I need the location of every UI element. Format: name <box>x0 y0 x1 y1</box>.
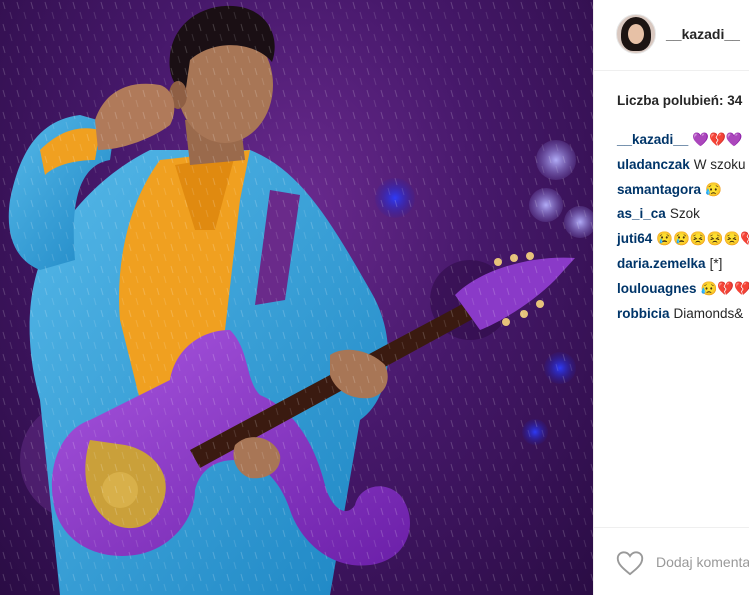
photo-illustration <box>0 0 593 595</box>
comment-username[interactable]: loulouagnes <box>617 281 697 296</box>
heart-icon <box>616 551 644 576</box>
post-actions: Dodaj komentarz... <box>594 527 749 595</box>
comment-item: uladanczak W szoku <box>617 156 749 181</box>
comment-item: loulouagnes 😥💔💔 <box>617 280 749 305</box>
comment-text: W szoku <box>693 156 746 172</box>
comment-username[interactable]: uladanczak <box>617 157 690 172</box>
avatar[interactable] <box>616 14 656 54</box>
comment-item: robbicia Diamonds& <box>617 305 749 330</box>
add-comment-input[interactable]: Dodaj komentarz... <box>656 554 749 570</box>
comment-text: 😥 <box>705 181 722 197</box>
comment-text: Szok <box>669 206 700 222</box>
comment-username[interactable]: juti64 <box>617 231 652 246</box>
avatar-face <box>628 24 644 44</box>
comment-item: juti64 😢😢😣😣😣💔 <box>617 230 749 255</box>
comment-item: as_i_ca Szok <box>617 205 749 230</box>
comment-text: 😢😢😣😣😣💔 <box>656 231 749 247</box>
comment-text: Diamonds& <box>673 305 744 321</box>
comment-item: daria.zemelka [*] <box>617 255 749 280</box>
comment-username[interactable]: __kazadi__ <box>617 132 688 147</box>
comment-text: 💜💔💜 <box>692 132 743 147</box>
comment-item: __kazadi__ 💜💔💜 <box>617 131 749 156</box>
post-header: __kazadi__ <box>594 0 749 71</box>
likes-count[interactable]: Liczba polubień: 34 <box>617 93 742 108</box>
comment-text: [*] <box>709 255 723 271</box>
comment-username[interactable]: robbicia <box>617 306 670 321</box>
post-sidebar: __kazadi__ Liczba polubień: 34 __kazadi_… <box>594 0 749 595</box>
comment-text: 😥💔💔 <box>700 280 749 296</box>
author-username[interactable]: __kazadi__ <box>666 26 740 42</box>
comment-username[interactable]: daria.zemelka <box>617 256 706 271</box>
comment-item: samantagora 😥 <box>617 181 749 206</box>
comments-list: __kazadi__ 💜💔💜 uladanczak W szoku samantag… <box>617 131 749 329</box>
comment-username[interactable]: as_i_ca <box>617 206 666 221</box>
post-photo[interactable] <box>0 0 593 595</box>
comment-username[interactable]: samantagora <box>617 182 701 197</box>
like-button[interactable] <box>616 550 644 576</box>
